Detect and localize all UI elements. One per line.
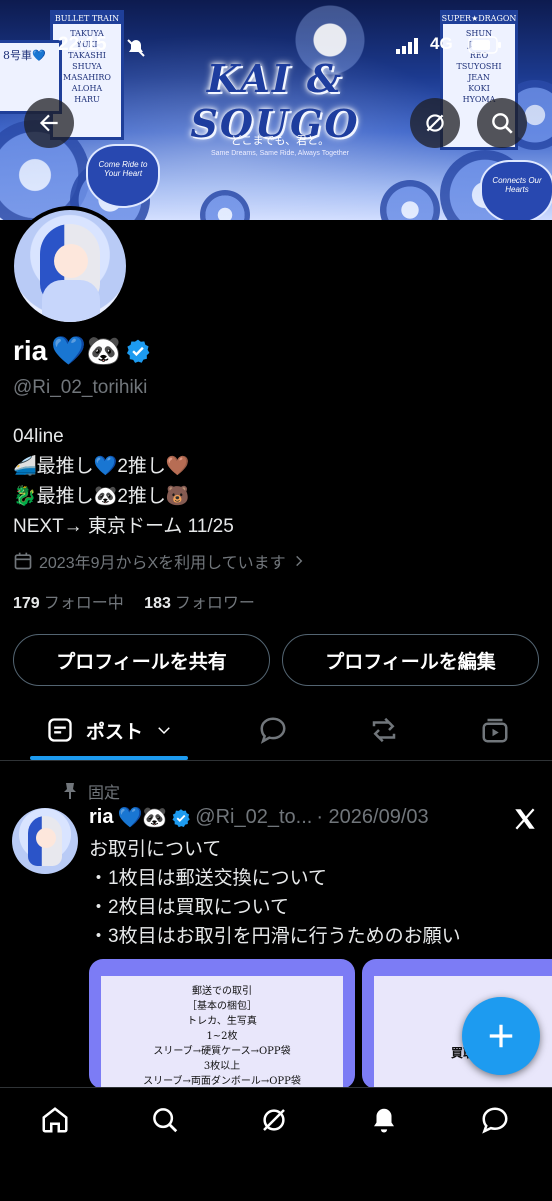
tab-replies[interactable]: [258, 715, 288, 750]
profile-banner[interactable]: BULLET TRAIN TAKUYA YUKI TAKASHI SHUYA M…: [0, 0, 552, 220]
signal-icon: [396, 38, 418, 59]
tab-posts[interactable]: ポスト: [46, 716, 173, 744]
profile-tabs: ポスト: [0, 700, 552, 761]
status-time: 22:15: [58, 34, 107, 55]
chevron-right-icon: [295, 555, 303, 567]
posts-icon: [48, 718, 72, 742]
profile-handle: @Ri_02_torihiki: [13, 377, 148, 398]
profile-bio: 04line 🚄最推し💙2推し🤎 🐉最推し🐼2推し🐻 NEXT→ 東京ドーム 1…: [13, 426, 234, 537]
banner-logo-subtitle: どこまでも、君と。: [230, 134, 330, 147]
repost-icon: [372, 717, 396, 743]
post-avatar[interactable]: [12, 808, 78, 874]
post-header: ria 💙🐼 @Ri_02_to... · 2026/09/03: [89, 806, 429, 829]
edit-profile-button[interactable]: プロフィールを編集: [282, 634, 539, 686]
joined-date[interactable]: 2023年9月からXを利用しています: [13, 549, 306, 573]
follow-stats: 179 フォロー中 183 フォロワー: [13, 589, 255, 613]
back-button[interactable]: [24, 98, 74, 148]
following-link[interactable]: 179 フォロー中: [13, 595, 124, 612]
search-button[interactable]: [477, 98, 527, 148]
post-image-1[interactable]: 郵送での取引 ［基本の梱包］ トレカ、生写真 1~2枚 スリーブ→硬質ケース→O…: [89, 959, 355, 1089]
calendar-icon: [14, 552, 32, 570]
reply-icon: [260, 717, 286, 744]
grok-icon: [426, 114, 444, 132]
profile-avatar[interactable]: [10, 206, 130, 326]
home-icon[interactable]: [40, 1105, 70, 1135]
active-tab-indicator: [30, 756, 188, 760]
tab-media[interactable]: [480, 715, 510, 750]
arrow-left-icon: [39, 114, 58, 132]
silent-mode-icon: [126, 38, 146, 63]
pin-icon: [64, 783, 76, 799]
tab-reposts[interactable]: [368, 715, 400, 750]
pinned-label: 固定: [62, 779, 120, 803]
banner-heart-left: Come Ride to Your Heart: [86, 144, 160, 208]
search-icon: [492, 113, 513, 134]
profile-name: ria 💙🐼: [13, 334, 151, 367]
grok-icon[interactable]: [259, 1105, 289, 1135]
share-profile-button[interactable]: プロフィールを共有: [13, 634, 270, 686]
plus-icon: [489, 1024, 513, 1048]
banner-heart-right: Connects Our Hearts: [480, 160, 552, 220]
bottom-navigation: [0, 1087, 552, 1201]
banner-logo-tagline: Same Dreams, Same Ride, Always Together: [211, 150, 349, 157]
grok-button[interactable]: [410, 98, 460, 148]
x-logo-icon[interactable]: [512, 806, 538, 837]
verified-badge-icon: [126, 339, 150, 363]
notifications-icon[interactable]: [369, 1105, 399, 1135]
search-icon[interactable]: [150, 1105, 180, 1135]
battery-icon: [468, 36, 502, 59]
name-emoji: 💙🐼: [51, 335, 121, 366]
followers-link[interactable]: 183 フォロワー: [144, 595, 255, 612]
messages-icon[interactable]: [480, 1105, 510, 1135]
chevron-down-icon: [158, 727, 170, 735]
compose-post-button[interactable]: [462, 997, 540, 1075]
network-type: 4G: [430, 34, 453, 53]
post-text: お取引について ・1枚目は郵送交換について ・2枚目は買取について ・3枚目はお…: [89, 839, 461, 947]
media-icon: [482, 718, 508, 743]
verified-badge-icon: [172, 808, 191, 827]
